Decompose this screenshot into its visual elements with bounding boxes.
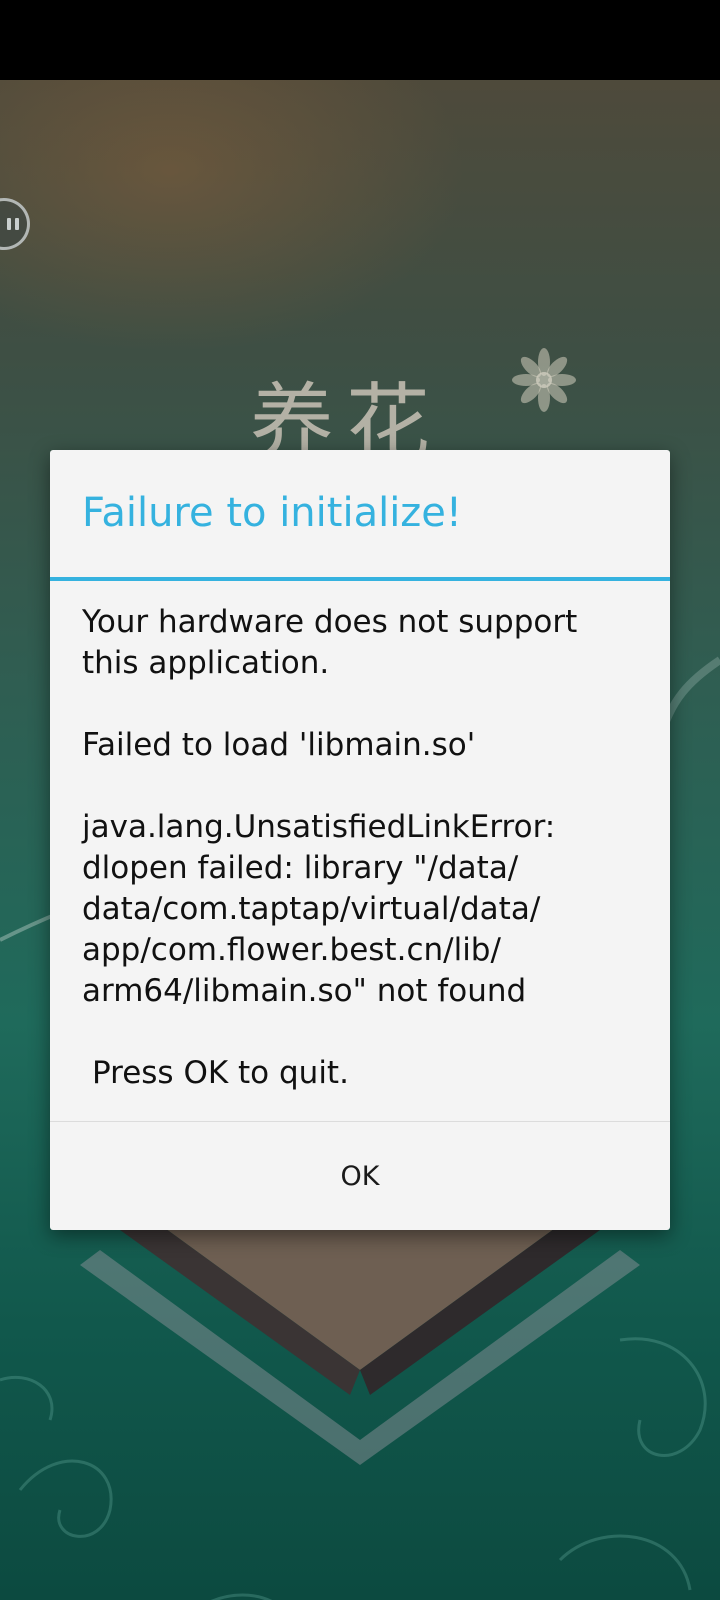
ok-button[interactable]: OK [50,1122,670,1230]
flower-icon [512,348,576,412]
message-line: app/com.flower.best.cn/lib/ [82,932,501,968]
dialog-message: Your hardware does not support this appl… [82,602,642,1094]
screen: 养花 Failure to initialize! Your hardware … [0,0,720,1600]
message-line: Your hardware does not support [82,604,578,640]
message-line: java.lang.UnsatisfiedLinkError: [82,809,556,845]
message-line: Press OK to quit. [92,1055,349,1091]
title-art-glyphs: 养花 [250,380,442,460]
game-title-art: 养花 [250,374,470,472]
message-line: dlopen failed: library "/data/ [82,850,519,886]
dialog-title: Failure to initialize! [82,490,462,536]
pause-button[interactable] [0,198,30,250]
error-dialog: Failure to initialize! Your hardware doe… [50,450,670,1230]
message-line: data/com.taptap/virtual/data/ [82,891,541,927]
message-line: Failed to load 'libmain.so' [82,727,476,763]
message-line: this application. [82,645,330,681]
status-bar [0,0,720,80]
message-line: arm64/libmain.so" not found [82,973,527,1009]
pause-icon [7,218,21,232]
game-board-illustration [60,1210,660,1470]
title-divider [50,577,670,581]
